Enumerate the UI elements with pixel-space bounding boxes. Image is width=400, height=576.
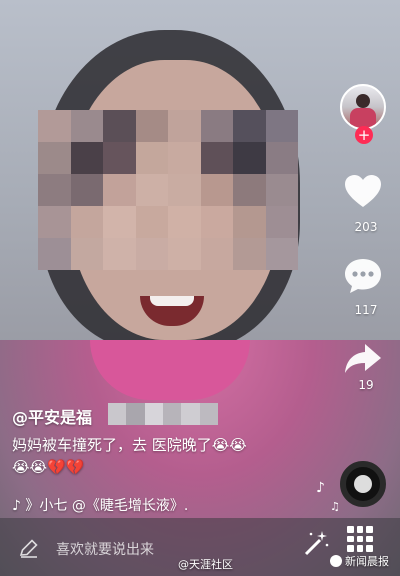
- video-teeth: [150, 296, 194, 306]
- caption-emojis-2: 😭😭💔💔: [12, 458, 85, 476]
- floating-note-icon: ♪: [316, 480, 325, 496]
- music-note-icon: ♪: [12, 498, 21, 514]
- pencil-icon: [19, 539, 38, 558]
- share-button[interactable]: [343, 338, 383, 378]
- share-arrow-icon: [345, 344, 381, 373]
- watermark-weibo: @天涯社区: [178, 558, 233, 571]
- magic-wand-icon[interactable]: [300, 528, 330, 558]
- share-count: 19: [358, 378, 374, 392]
- avatar-shirt: [350, 108, 376, 128]
- heart-icon: [345, 175, 381, 207]
- comment-button[interactable]: [343, 256, 383, 296]
- music-title: 》小七 @《睫毛增长液》.: [25, 498, 189, 514]
- pixelated-face-area: [38, 110, 298, 270]
- follow-button[interactable]: +: [355, 126, 373, 144]
- comment-input[interactable]: 喜欢就要说出来: [56, 539, 154, 559]
- avatar-head: [356, 94, 370, 108]
- music-marquee[interactable]: ♪ 》小七 @《睫毛增长液》.: [12, 495, 188, 515]
- floating-note-icon-small: ♫: [330, 500, 340, 513]
- news-logo-icon: [330, 555, 342, 567]
- video-caption: 妈妈被车撞死了，去 医院晚了😭😭 😭😭💔💔: [12, 434, 312, 478]
- comment-count: 117: [354, 303, 378, 317]
- music-disc-icon[interactable]: [340, 461, 386, 507]
- caption-emojis-1: 😭😭: [211, 436, 247, 454]
- author-avatar[interactable]: [340, 84, 386, 130]
- like-count: 203: [354, 220, 378, 234]
- caption-text: 妈妈被车撞死了，去 医院晚了: [12, 436, 212, 454]
- author-handle[interactable]: @平安是福: [12, 404, 92, 428]
- speech-bubble-icon: [345, 259, 381, 293]
- blurred-mention: [108, 403, 218, 425]
- watermark-news-label: 新闻晨报: [345, 555, 389, 568]
- grid-icon[interactable]: [347, 526, 373, 552]
- watermark-news: 新闻晨报: [330, 553, 389, 569]
- disc-center: [354, 475, 372, 493]
- like-button[interactable]: [343, 172, 383, 212]
